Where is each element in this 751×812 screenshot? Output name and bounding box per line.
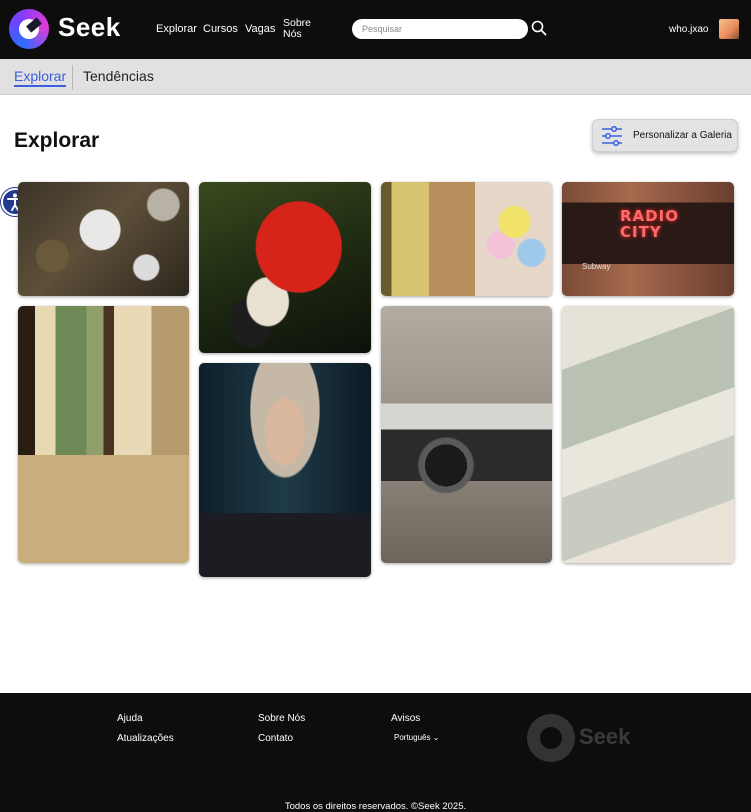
nav-vagas[interactable]: Vagas (245, 23, 275, 35)
search-icon[interactable] (531, 20, 547, 36)
gallery-photo-bedroom-window[interactable] (18, 306, 189, 563)
top-navbar: Seek Explorar Cursos Vagas Sobre Nós who… (0, 0, 751, 59)
avatar[interactable] (719, 19, 739, 39)
chevron-down-icon: ⌄ (432, 733, 440, 742)
nav-cursos[interactable]: Cursos (203, 23, 238, 35)
footer-link-avisos[interactable]: Avisos (391, 713, 420, 724)
footer-brand: Seek (579, 724, 631, 749)
tab-divider (72, 65, 73, 90)
customize-gallery-label: Personalizar a Galeria (633, 130, 732, 141)
footer-link-ajuda[interactable]: Ajuda (117, 713, 143, 724)
gallery-photo-tools[interactable] (18, 182, 189, 296)
sub-tabs-bar: Explorar Tendências (0, 59, 751, 95)
username[interactable]: who.jxao (669, 24, 708, 35)
copyright: Todos os direitos reservados. ©Seek 2025… (284, 801, 467, 812)
footer-link-atualizacoes[interactable]: Atualizações (117, 733, 174, 744)
footer-seek-logo-icon (527, 714, 575, 762)
gallery-photo-arcade[interactable] (381, 182, 552, 296)
nav-explorar[interactable]: Explorar (156, 23, 197, 35)
gallery-photo-parrot[interactable] (199, 182, 371, 353)
customize-gallery-button[interactable]: Personalizar a Galeria (592, 119, 738, 152)
tab-tendencias[interactable]: Tendências (83, 68, 154, 84)
subway-sign: Subway (582, 262, 611, 271)
footer-link-sobre-nos[interactable]: Sobre Nós (258, 713, 305, 724)
footer: Ajuda Atualizações Sobre Nós Contato Avi… (0, 693, 751, 812)
gallery-photo-camera[interactable] (381, 306, 552, 563)
gallery-photo-money[interactable] (562, 306, 734, 563)
nav-sobre-nos[interactable]: Sobre Nós (283, 18, 317, 40)
search-input[interactable] (352, 19, 528, 39)
gallery-photo-radio-city[interactable]: RADIO CITY Subway (562, 182, 734, 296)
gallery-photo-woman-keyboard[interactable] (199, 363, 371, 577)
tab-explorar[interactable]: Explorar (14, 68, 67, 87)
footer-link-contato[interactable]: Contato (258, 733, 293, 744)
sliders-icon (602, 126, 622, 146)
page-title: Explorar (14, 129, 100, 152)
seek-logo-icon[interactable] (9, 9, 49, 49)
language-label: Português (394, 733, 431, 742)
language-select[interactable]: Português ⌄ (394, 733, 439, 742)
radio-city-sign: RADIO CITY (620, 207, 679, 241)
brand-name[interactable]: Seek (58, 12, 121, 43)
